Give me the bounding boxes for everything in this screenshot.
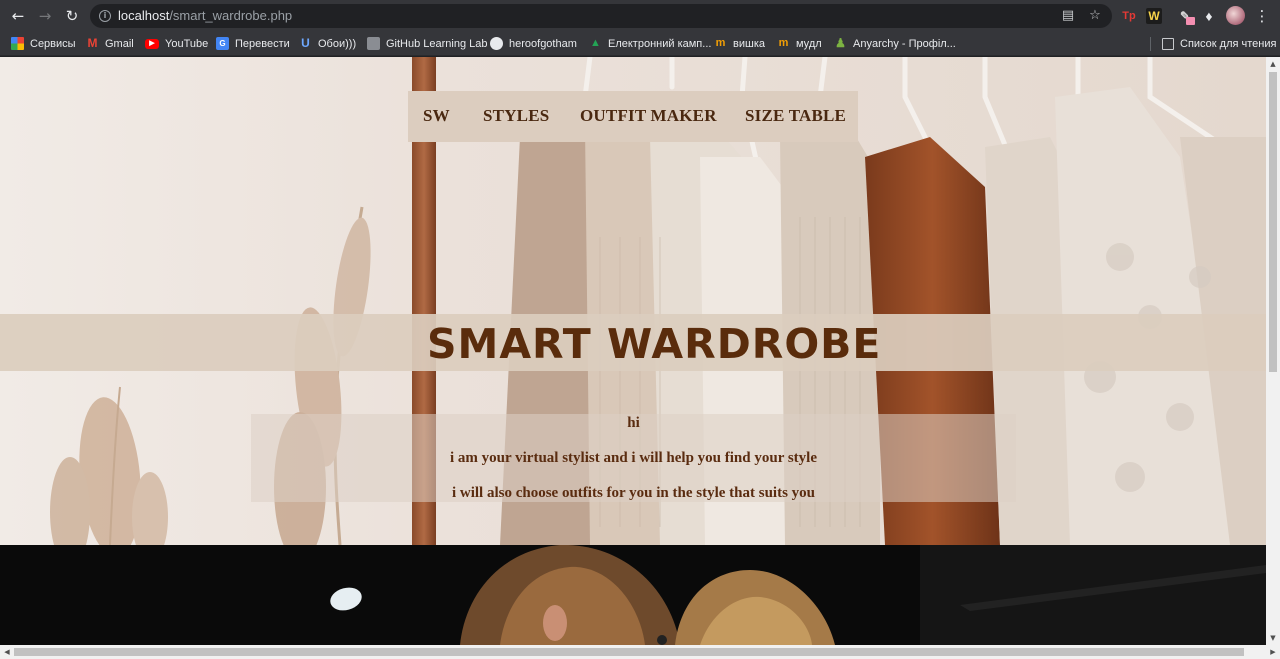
moodle-icon: m (715, 37, 726, 49)
anyarchy-icon: ♟ (835, 36, 846, 50)
vertical-scroll-thumb[interactable] (1269, 72, 1277, 372)
intro-line-2: i will also choose outfits for you in th… (451, 485, 816, 501)
horizontal-scroll-thumb[interactable] (14, 648, 1244, 656)
bookmark-label: heroofgotham (509, 37, 577, 50)
info-icon[interactable]: i (99, 10, 111, 22)
bookmark-anyarchy[interactable]: ♟ Anyarchy - Профіл... (834, 35, 956, 52)
bookmark-label: мудл (796, 37, 822, 50)
title-banner: SMART WARDROBE (0, 314, 1266, 371)
moodle-icon: m (778, 37, 789, 49)
bookmark-label: GitHub Learning Lab (386, 37, 488, 50)
browser-toolbar: ← → ↻ i localhost/smart_wardrobe.php ▤ ☆… (0, 0, 1280, 31)
intro-box: hi i am your virtual stylist and i will … (251, 414, 1016, 502)
bookmarks-divider (1150, 37, 1151, 51)
bookmark-translate[interactable]: G Перевести (216, 35, 290, 52)
bookmark-services[interactable]: Сервисы (11, 35, 76, 52)
translate-icon[interactable]: ▤ (1059, 7, 1077, 25)
bookmark-label: Сервисы (30, 37, 76, 50)
u-logo-icon: U (301, 36, 310, 50)
star-icon[interactable]: ☆ (1086, 7, 1104, 25)
photo-section (0, 545, 1266, 645)
url-host: localhost (118, 8, 170, 23)
bookmark-label: вишка (733, 37, 765, 50)
bookmark-vyshka[interactable]: m вишка (714, 35, 765, 52)
profile-avatar[interactable] (1226, 6, 1245, 25)
translate-icon: G (216, 37, 229, 50)
scroll-down-icon[interactable]: ▼ (1266, 631, 1280, 645)
github-lab-icon (367, 37, 380, 50)
bookmark-label: YouTube (165, 37, 209, 50)
top-navigation: SW STYLES OUTFIT MAKER SIZE TABLE (408, 91, 858, 142)
apps-grid-icon (11, 37, 24, 50)
bookmark-wallpapers[interactable]: U Обои))) (299, 35, 356, 52)
reload-icon[interactable]: ↻ (62, 6, 82, 26)
nav-link-outfit-maker[interactable]: OUTFIT MAKER (580, 106, 717, 126)
bookmarks-bar: Сервисы M Gmail ▶ YouTube G Перевести U … (0, 31, 1280, 56)
scroll-up-icon[interactable]: ▲ (1266, 57, 1280, 71)
url-text[interactable]: localhost/smart_wardrobe.php (118, 8, 292, 23)
bookmark-label: Anyarchy - Профіл... (853, 37, 956, 50)
pink-badge-icon (1186, 17, 1195, 25)
bookmark-label: Перевести (235, 37, 290, 50)
scroll-right-icon[interactable]: ▶ (1266, 645, 1280, 659)
reading-list-icon (1162, 37, 1174, 50)
bookmark-youtube[interactable]: ▶ YouTube (145, 35, 208, 52)
site-title: SMART WARDROBE (427, 320, 882, 368)
bookmark-label: Обои))) (318, 37, 357, 50)
nav-link-sw[interactable]: SW (423, 106, 450, 126)
bookmark-label: Електронний камп... (608, 37, 712, 50)
bookmark-heroofgotham[interactable]: heroofgotham (490, 35, 577, 52)
forward-icon[interactable]: → (35, 6, 55, 26)
youtube-icon: ▶ (145, 38, 159, 49)
url-path: /smart_wardrobe.php (169, 8, 293, 23)
vertical-scrollbar[interactable]: ▲ ▼ (1266, 57, 1280, 645)
w-extension-icon[interactable]: W (1146, 8, 1162, 24)
address-bar[interactable]: i localhost/smart_wardrobe.php ▤ ☆ (90, 4, 1112, 28)
bookmark-gmail[interactable]: M Gmail (86, 35, 134, 52)
gmail-icon: M (87, 36, 98, 50)
github-icon (490, 37, 503, 50)
intro-greeting: hi (627, 415, 640, 431)
intro-line-1: i am your virtual stylist and i will hel… (450, 450, 817, 466)
reading-list-label: Список для чтения (1180, 37, 1277, 50)
tp-extension-icon[interactable]: Tp (1119, 6, 1139, 26)
nav-link-styles[interactable]: STYLES (483, 106, 549, 126)
nav-link-size-table[interactable]: SIZE TABLE (745, 106, 846, 126)
horizontal-scrollbar[interactable]: ◀ ▶ (0, 645, 1280, 659)
back-icon[interactable]: ← (8, 6, 28, 26)
scroll-left-icon[interactable]: ◀ (0, 645, 14, 659)
campus-icon: ▲ (590, 37, 601, 49)
models-photo-image (0, 545, 1266, 645)
reading-list-button[interactable]: Список для чтения (1162, 35, 1276, 52)
hero-section: SW STYLES OUTFIT MAKER SIZE TABLE SMART … (0, 57, 1266, 545)
bookmark-moodle[interactable]: m мудл (777, 35, 822, 52)
kebab-menu-icon[interactable]: ⋮ (1254, 6, 1270, 26)
puzzle-icon[interactable]: ♦ (1199, 6, 1219, 26)
bookmark-campus[interactable]: ▲ Електронний камп... (589, 35, 711, 52)
bookmark-github-lab[interactable]: GitHub Learning Lab (367, 35, 488, 52)
page-viewport: SW STYLES OUTFIT MAKER SIZE TABLE SMART … (0, 57, 1266, 645)
bookmark-label: Gmail (105, 37, 134, 50)
pen-extension-icon[interactable]: ✎ (1175, 6, 1195, 26)
